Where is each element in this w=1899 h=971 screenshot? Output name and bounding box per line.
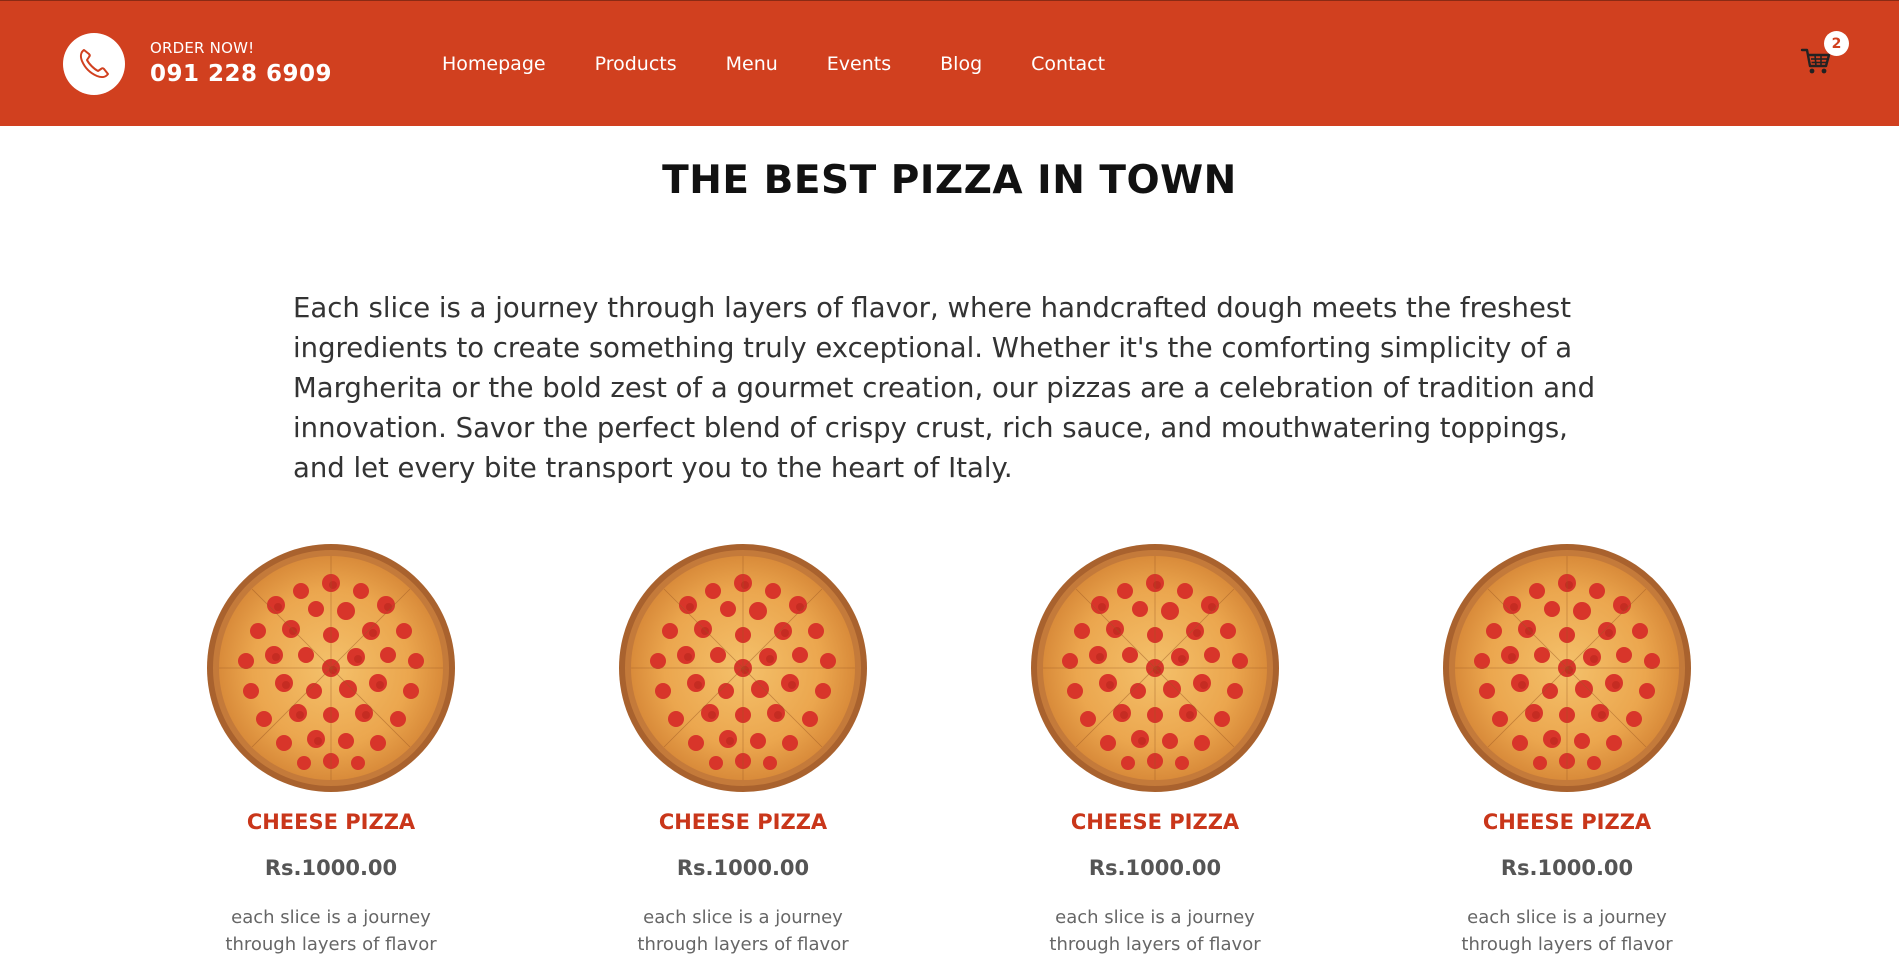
nav-menu[interactable]: Menu [726, 53, 778, 75]
product-name[interactable]: CHEESE PIZZA [995, 810, 1315, 834]
cart-count-badge: 2 [1824, 31, 1849, 56]
product-price: Rs.1000.00 [264, 856, 398, 880]
pepperoni-pizza-image[interactable] [1030, 543, 1280, 793]
product-description: each slice is a journey through layers o… [225, 907, 437, 955]
nav-contact[interactable]: Contact [1031, 53, 1105, 75]
intro-paragraph: Each slice is a journey through layers o… [293, 292, 1596, 484]
order-phone-number[interactable]: 091 228 6909 [150, 61, 332, 87]
product-description: each slice is a journey through layers o… [1461, 907, 1673, 955]
product-name[interactable]: CHEESE PIZZA [583, 810, 903, 834]
product-description: each slice is a journey through layers o… [1049, 907, 1261, 955]
pepperoni-pizza-image[interactable] [206, 543, 456, 793]
site-header: ORDER NOW! 091 228 6909 Homepage Product… [0, 0, 1899, 126]
order-now-label: ORDER NOW! [150, 39, 255, 57]
product-price: Rs.1000.00 [1500, 856, 1634, 880]
pepperoni-pizza-image[interactable] [1442, 543, 1692, 793]
nav-homepage[interactable]: Homepage [442, 53, 546, 75]
pepperoni-pizza-image[interactable] [618, 543, 868, 793]
product-description: each slice is a journey through layers o… [637, 907, 849, 955]
main-nav: Homepage Products Menu Events Blog Conta… [442, 53, 1154, 75]
nav-products[interactable]: Products [595, 53, 677, 75]
nav-events[interactable]: Events [827, 53, 891, 75]
phone-icon[interactable] [63, 33, 125, 95]
product-price: Rs.1000.00 [1088, 856, 1222, 880]
product-name[interactable]: CHEESE PIZZA [171, 810, 491, 834]
product-name[interactable]: CHEESE PIZZA [1407, 810, 1727, 834]
product-price: Rs.1000.00 [676, 856, 810, 880]
page-title: THE BEST PIZZA IN TOWN [662, 158, 1237, 203]
nav-blog[interactable]: Blog [940, 53, 982, 75]
product-list: CHEESE PIZZA Rs.1000.00 each slice is a … [0, 540, 1899, 971]
